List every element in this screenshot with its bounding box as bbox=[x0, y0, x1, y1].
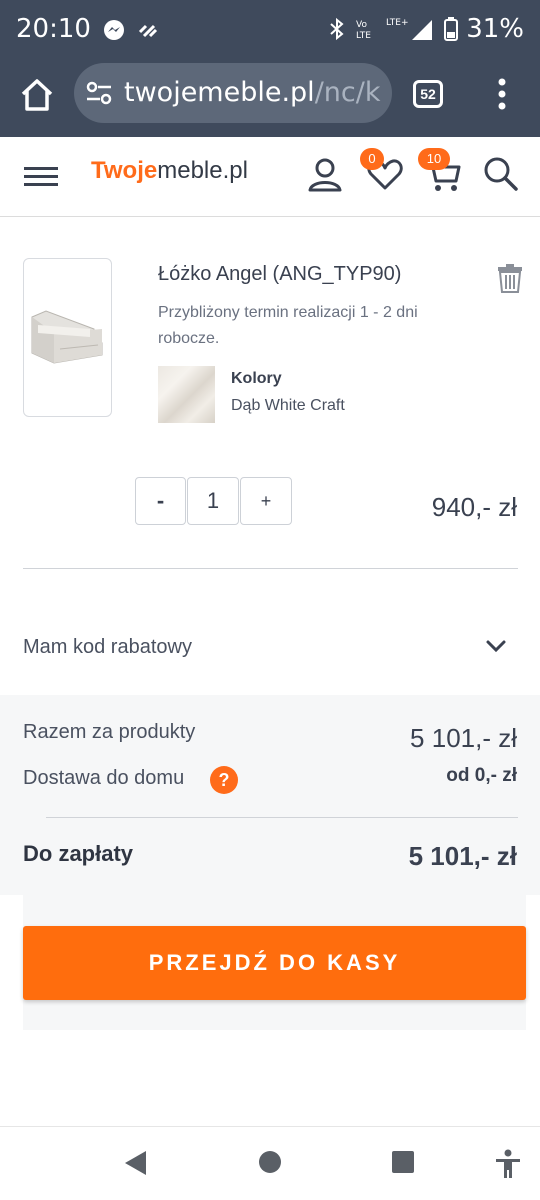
home-nav-icon[interactable] bbox=[257, 1149, 283, 1175]
amount-due-label: Do zapłaty bbox=[23, 841, 134, 866]
url-path: /nc/k bbox=[314, 77, 381, 108]
checkout-button[interactable]: PRZEJDŹ DO KASY bbox=[23, 926, 526, 1000]
recents-icon[interactable] bbox=[390, 1149, 416, 1175]
delivery-value: od 0,- zł bbox=[446, 765, 517, 786]
browser-toolbar: twojemeble.pl/nc/k 52 bbox=[0, 60, 540, 137]
cast-icon bbox=[138, 24, 158, 38]
site-logo[interactable]: Twojemeble.pl bbox=[91, 157, 248, 185]
wishlist-count-badge: 0 bbox=[360, 148, 384, 170]
tab-switcher-button[interactable]: 52 bbox=[413, 80, 443, 108]
delivery-help-icon[interactable]: ? bbox=[210, 766, 238, 794]
svg-text:LTE: LTE bbox=[356, 31, 371, 40]
color-swatch bbox=[158, 366, 215, 423]
system-nav-bar bbox=[0, 1126, 540, 1200]
logo-rest: meble.pl bbox=[157, 157, 248, 184]
color-label: Kolory bbox=[231, 370, 282, 387]
summary-divider bbox=[46, 817, 518, 818]
logo-accent: Twoje bbox=[91, 157, 158, 184]
url-domain: twojemeble.pl bbox=[124, 77, 315, 108]
svg-text:Vo: Vo bbox=[356, 20, 367, 30]
url-text: twojemeble.pl/nc/k bbox=[124, 77, 386, 108]
battery-percent: 31% bbox=[466, 14, 524, 44]
site-header: Twojemeble.pl 0 10 bbox=[0, 137, 540, 217]
quantity-increase-button[interactable]: + bbox=[240, 477, 292, 525]
amount-due-value: 5 101,- zł bbox=[408, 841, 517, 871]
status-time: 20:10 bbox=[16, 14, 91, 44]
more-menu-icon[interactable] bbox=[492, 77, 512, 111]
status-right: Vo LTE LTE+ 31% bbox=[328, 14, 524, 44]
delivery-time-note: Przybliżony termin realizacji 1 - 2 dni … bbox=[158, 304, 418, 347]
home-icon[interactable] bbox=[18, 76, 56, 114]
svg-text:LTE+: LTE+ bbox=[386, 18, 409, 28]
battery-icon bbox=[444, 17, 459, 41]
discount-code-toggle[interactable]: Mam kod rabatowy bbox=[23, 636, 192, 659]
order-summary: Razem za produkty 5 101,- zł Dostawa do … bbox=[0, 695, 540, 895]
status-bar: 20:10 Vo LTE LTE+ 31% bbox=[0, 0, 540, 60]
hamburger-menu-icon[interactable] bbox=[24, 164, 58, 188]
trash-icon[interactable] bbox=[497, 263, 523, 293]
color-value: Dąb White Craft bbox=[231, 397, 345, 414]
product-name[interactable]: Łóżko Angel (ANG_TYP90) bbox=[158, 263, 401, 286]
address-bar[interactable]: twojemeble.pl/nc/k bbox=[74, 63, 392, 123]
quantity-input[interactable]: 1 bbox=[187, 477, 239, 525]
messenger-icon bbox=[104, 20, 124, 40]
product-thumbnail[interactable] bbox=[23, 258, 112, 417]
cart-count-badge: 10 bbox=[418, 148, 450, 170]
products-total-label: Razem za produkty bbox=[23, 721, 196, 743]
divider bbox=[23, 568, 518, 569]
bluetooth-icon bbox=[330, 17, 344, 41]
volte-icon: Vo LTE bbox=[356, 20, 371, 40]
chevron-down-icon[interactable] bbox=[484, 636, 508, 658]
user-account-icon[interactable] bbox=[306, 155, 344, 193]
bed-product-image bbox=[31, 310, 103, 364]
delivery-label: Dostawa do domu bbox=[23, 767, 185, 789]
site-settings-icon[interactable] bbox=[86, 81, 112, 105]
signal-icon: LTE+ bbox=[386, 18, 433, 40]
products-total-value: 5 101,- zł bbox=[410, 723, 517, 753]
item-price: 940,- zł bbox=[431, 492, 517, 522]
quantity-decrease-button[interactable]: - bbox=[135, 477, 186, 525]
accessibility-icon[interactable] bbox=[494, 1149, 522, 1179]
back-icon[interactable] bbox=[122, 1149, 148, 1177]
search-icon[interactable] bbox=[482, 155, 520, 193]
